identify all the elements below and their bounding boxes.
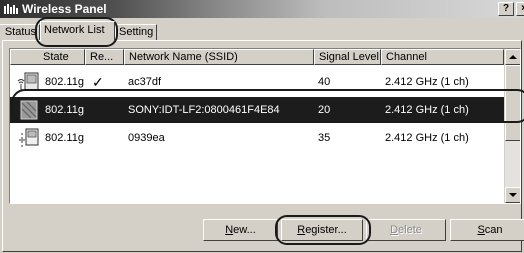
row-channel: 2.412 GHz (1 ch) — [385, 104, 469, 116]
tab-setting[interactable]: Setting — [115, 24, 157, 40]
row-signal-level: 35 — [318, 132, 331, 144]
column-header-registered[interactable]: Re... — [85, 49, 124, 65]
row-state: 802.11g — [45, 132, 84, 144]
network-device-icon — [20, 100, 38, 120]
scroll-up-button[interactable] — [505, 49, 520, 65]
column-header-state[interactable]: State — [10, 49, 85, 65]
row-signal-level: 20 — [318, 104, 331, 116]
row-ssid: SONY:IDT-LF2:0800461F4E84 — [128, 104, 280, 116]
row-ssid: ac37df — [128, 76, 162, 88]
vertical-scrollbar[interactable] — [504, 49, 520, 203]
network-device-icon — [17, 72, 39, 91]
network-row[interactable]: 802.11g 0939ea 35 2.412 GHz (1 ch) — [10, 125, 504, 151]
row-signal-level: 40 — [318, 76, 331, 88]
delete-button-accel: D — [390, 224, 399, 236]
new-button-label: ew... — [233, 224, 256, 236]
column-header-ssid[interactable]: Network Name (SSID) — [124, 49, 314, 65]
scan-button-label: can — [484, 224, 503, 236]
title-bar: Wireless Panel ? × — [0, 0, 524, 18]
scroll-thumb[interactable] — [505, 65, 520, 141]
network-row[interactable]: 802.11g ✓ ac37df 40 2.412 GHz (1 ch) — [10, 69, 504, 95]
registered-check-icon: ✓ — [92, 74, 104, 90]
scan-button-accel: S — [477, 224, 485, 236]
new-button[interactable]: New... — [203, 219, 278, 241]
register-button[interactable]: Register... — [281, 219, 363, 241]
register-button-label: egister... — [305, 224, 347, 236]
row-channel: 2.412 GHz (1 ch) — [385, 132, 469, 144]
tab-status[interactable]: Status — [0, 24, 40, 40]
register-button-accel: R — [297, 224, 306, 236]
network-device-icon — [19, 128, 39, 147]
new-button-accel: N — [225, 224, 234, 236]
scroll-down-button[interactable] — [505, 187, 520, 203]
arrow-up-icon — [509, 55, 517, 59]
column-header-channel[interactable]: Channel — [381, 49, 504, 65]
column-header-signal-level[interactable]: Signal Level — [314, 49, 381, 65]
delete-button-label: elete — [398, 224, 422, 236]
scan-button[interactable]: Scan — [450, 219, 524, 241]
help-button[interactable]: ? — [498, 2, 514, 16]
wireless-app-icon — [4, 4, 18, 14]
row-state: 802.11g — [45, 76, 84, 88]
window-title: Wireless Panel — [22, 2, 107, 16]
window-body: Status Network List Setting State Re... … — [0, 18, 524, 253]
network-row-selected[interactable]: 802.11g SONY:IDT-LF2:0800461F4E84 20 2.4… — [10, 97, 504, 123]
delete-button[interactable]: Delete — [366, 219, 446, 241]
close-button[interactable]: × — [516, 2, 524, 16]
row-ssid: 0939ea — [128, 132, 165, 144]
tab-network-list[interactable]: Network List — [40, 21, 115, 41]
row-channel: 2.412 GHz (1 ch) — [385, 76, 469, 88]
arrow-down-icon — [509, 193, 517, 197]
list-header: State Re... Network Name (SSID) Signal L… — [10, 49, 504, 65]
network-list[interactable]: State Re... Network Name (SSID) Signal L… — [9, 48, 521, 204]
row-state: 802.11g — [45, 104, 84, 116]
